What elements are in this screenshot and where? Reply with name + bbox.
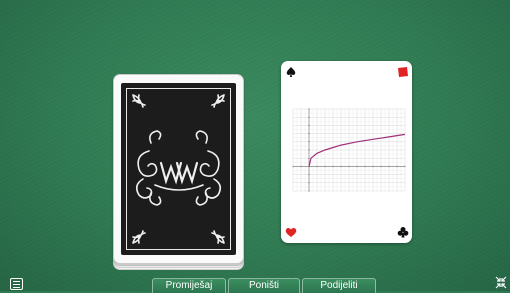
shrink-arrows-icon[interactable] xyxy=(495,276,507,289)
card-back-pattern xyxy=(121,83,236,255)
function-graph xyxy=(292,108,406,192)
card-back-ornament xyxy=(132,94,225,244)
card-back[interactable] xyxy=(113,74,244,264)
felt-background xyxy=(0,0,510,291)
card-deck[interactable] xyxy=(113,74,244,270)
bottom-toolbar: Promiješaj Poništi Podijeliti xyxy=(0,277,510,293)
face-up-card[interactable] xyxy=(281,61,412,243)
